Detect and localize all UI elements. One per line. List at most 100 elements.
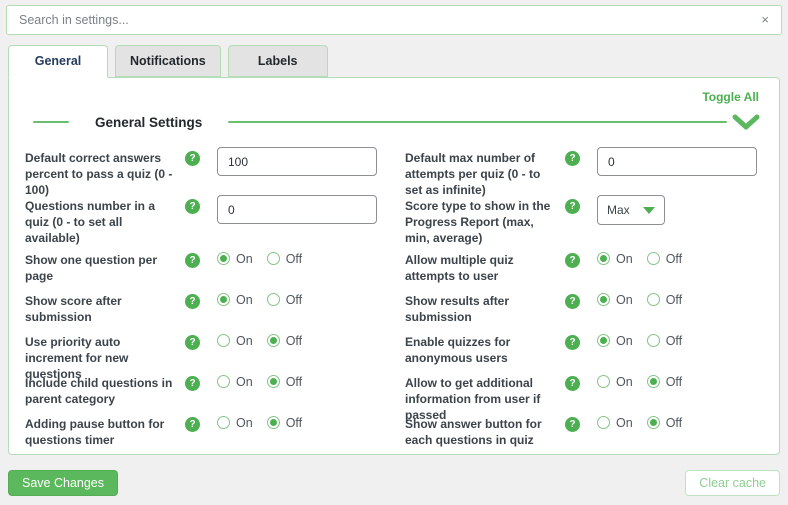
radio-button[interactable] [267,416,280,429]
radio-button[interactable] [597,375,610,388]
radio-option-on[interactable]: On [597,334,633,348]
section-header: General Settings [25,112,761,132]
footer: Save Changes Clear cache [8,470,780,496]
radio-option-on[interactable]: On [597,293,633,307]
radio-option-on[interactable]: On [597,252,633,266]
setting-row: Show answer button for each questions in… [405,416,761,457]
dropdown-arrow-icon [643,207,655,214]
radio-label: On [236,375,253,389]
radio-button[interactable] [267,334,280,347]
radio-option-on[interactable]: On [217,334,253,348]
radio-button[interactable] [217,293,230,306]
help-icon[interactable]: ? [565,151,580,166]
radio-button[interactable] [217,416,230,429]
clear-search-icon[interactable]: × [749,6,781,34]
help-icon[interactable]: ? [565,417,580,432]
save-changes-button[interactable]: Save Changes [8,470,118,496]
radio-option-off[interactable]: Off [267,252,302,266]
chevron-down-icon[interactable] [731,112,761,132]
radio-option-off[interactable]: Off [267,416,302,430]
help-icon[interactable]: ? [185,151,200,166]
tab-label: Notifications [130,54,206,68]
setting-row: Enable quizzes for anonymous users?OnOff [405,334,761,375]
settings-panel: Toggle All General Settings Default corr… [8,77,780,455]
help-icon[interactable]: ? [565,294,580,309]
settings-form: Default correct answers percent to pass … [25,150,761,457]
setting-text-input[interactable] [217,195,377,224]
radio-option-off[interactable]: Off [647,416,682,430]
tab-notifications[interactable]: Notifications [115,45,221,77]
radio-label: On [236,416,253,430]
radio-button[interactable] [217,375,230,388]
setting-label: Questions number in a quiz (0 - to set a… [25,198,175,247]
tab-general[interactable]: General [8,45,108,78]
radio-button[interactable] [217,252,230,265]
setting-label: Show results after submission [405,293,555,325]
tab-label: Labels [258,54,298,68]
help-icon[interactable]: ? [565,199,580,214]
radio-option-on[interactable]: On [217,293,253,307]
radio-option-on[interactable]: On [217,416,253,430]
setting-row: Allow multiple quiz attempts to user?OnO… [405,252,761,293]
radio-button[interactable] [647,293,660,306]
radio-button[interactable] [267,252,280,265]
setting-text-input[interactable] [597,147,757,176]
radio-button[interactable] [267,375,280,388]
help-icon[interactable]: ? [185,376,200,391]
radio-label: Off [286,293,302,307]
radio-option-off[interactable]: Off [647,375,682,389]
help-icon[interactable]: ? [565,335,580,350]
radio-button[interactable] [597,416,610,429]
radio-button[interactable] [647,375,660,388]
radio-button[interactable] [597,293,610,306]
help-icon[interactable]: ? [185,294,200,309]
help-icon[interactable]: ? [565,253,580,268]
radio-option-off[interactable]: Off [267,334,302,348]
clear-cache-button[interactable]: Clear cache [685,470,780,496]
toggle-all-link[interactable]: Toggle All [25,86,761,106]
setting-row: Score type to show in the Progress Repor… [405,198,761,252]
score-type-select[interactable]: Max [597,195,665,225]
tab-labels[interactable]: Labels [228,45,328,77]
help-icon[interactable]: ? [565,376,580,391]
setting-row: Adding pause button for questions timer?… [25,416,381,457]
setting-row: Default correct answers percent to pass … [25,150,381,198]
radio-option-on[interactable]: On [597,375,633,389]
search-input[interactable] [7,13,749,27]
radio-button[interactable] [647,334,660,347]
radio-button[interactable] [647,416,660,429]
radio-option-off[interactable]: Off [267,293,302,307]
setting-label: Score type to show in the Progress Repor… [405,198,555,247]
radio-option-on[interactable]: On [597,416,633,430]
help-icon[interactable]: ? [185,199,200,214]
radio-label: On [236,252,253,266]
radio-label: Off [666,334,682,348]
setting-control: On Off [597,252,696,266]
radio-option-on[interactable]: On [217,375,253,389]
radio-button[interactable] [217,334,230,347]
setting-control: On Off [217,334,316,348]
radio-label: On [616,416,633,430]
setting-control: On Off [217,252,316,266]
radio-option-on[interactable]: On [217,252,253,266]
select-value: Max [607,203,630,217]
setting-control: On Off [217,416,316,430]
setting-text-input[interactable] [217,147,377,176]
setting-control: Max [597,198,665,225]
radio-button[interactable] [597,334,610,347]
radio-label: Off [286,416,302,430]
help-icon[interactable]: ? [185,335,200,350]
setting-label: Allow multiple quiz attempts to user [405,252,555,284]
radio-option-off[interactable]: Off [267,375,302,389]
help-icon[interactable]: ? [185,417,200,432]
radio-option-off[interactable]: Off [647,293,682,307]
divider-line [228,121,727,123]
setting-label: Show score after submission [25,293,175,325]
tab-bar: General Notifications Labels [8,45,780,77]
radio-button[interactable] [267,293,280,306]
help-icon[interactable]: ? [185,253,200,268]
radio-button[interactable] [597,252,610,265]
radio-option-off[interactable]: Off [647,252,682,266]
radio-option-off[interactable]: Off [647,334,682,348]
radio-button[interactable] [647,252,660,265]
